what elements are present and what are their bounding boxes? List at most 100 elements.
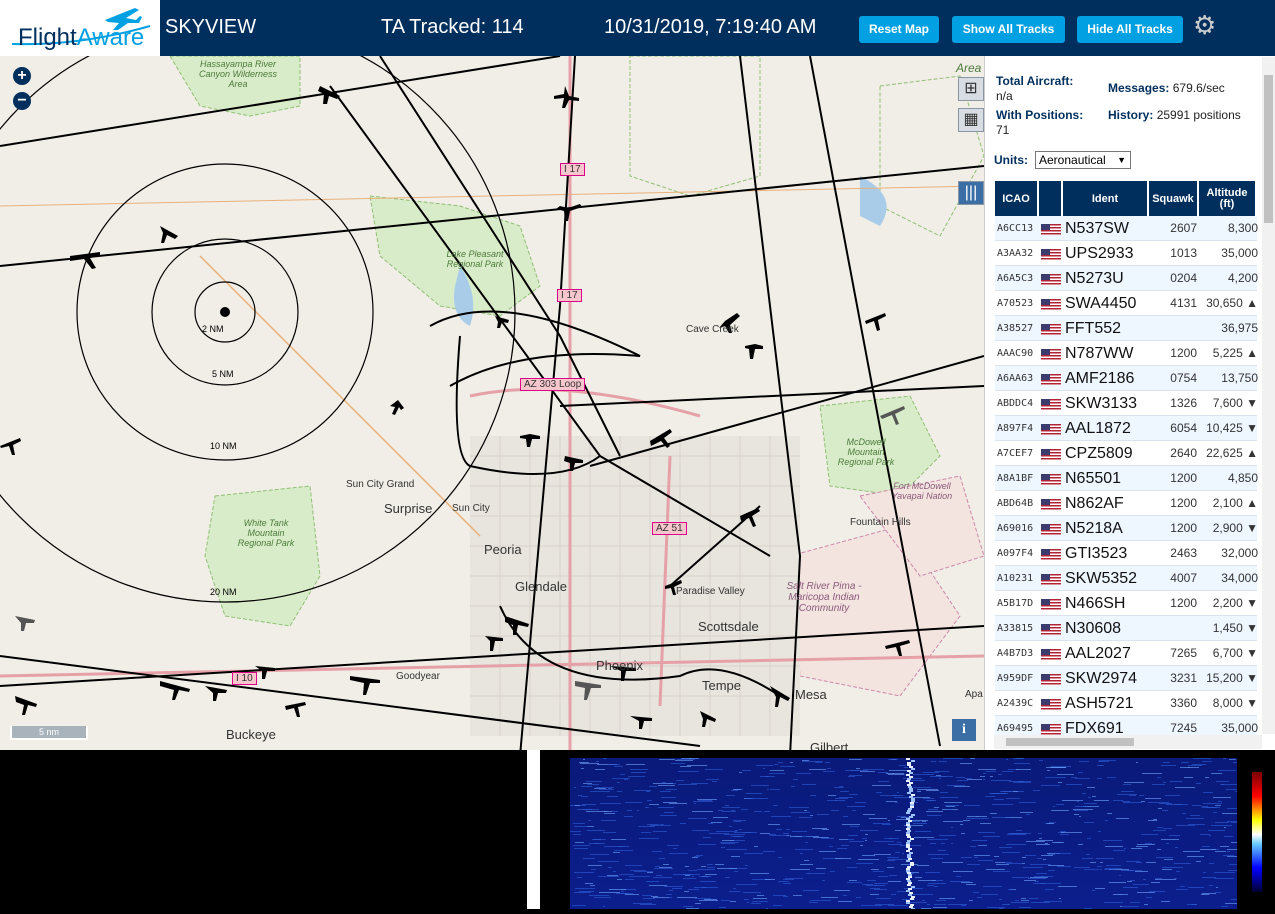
columns-icon[interactable]: ||| [958,181,984,205]
icao-cell: A8A1BF [997,473,1034,484]
chevron-down-icon: ▼ [1117,155,1126,165]
altitude-cell: 35,000 [1221,246,1258,260]
altitude-cell: 30,650 ▲ [1206,296,1258,310]
table-row[interactable]: A5B17D N466SH 1200 2,200 ▼ [995,591,1258,616]
table-row[interactable]: A2439C ASH5721 3360 8,000 ▼ [995,691,1258,716]
col-altitude[interactable]: Altitude (ft) [1199,181,1257,216]
gear-icon[interactable]: ⚙ [1193,12,1219,38]
place-label: Salt River Pima - Maricopa Indian Commun… [786,581,862,614]
table-body: A6CC13 N537SW 2607 8,300 A3AA32 UPS2933 1013 35… [995,216,1258,741]
ident-cell: N787WW [1065,345,1134,362]
vertical-scrollbar[interactable] [1262,57,1275,734]
table-row[interactable]: A4B7D3 AAL2027 7265 6,700 ▼ [995,641,1258,666]
icao-cell: A2439C [997,698,1034,709]
place-label: Hassayampa River Canyon Wilderness Area [199,59,277,89]
altitude-cell: 32,000 [1221,546,1258,560]
col-ident[interactable]: Ident [1063,181,1149,216]
map-view[interactable]: + − ⊞ ▦ ||| 2 NM 5 NM 10 NM 20 NM Hassay… [0,56,984,750]
reset-map-button[interactable]: Reset Map [859,16,939,43]
altitude-cell: 8,300 [1227,221,1258,235]
ident-cell: UPS2933 [1065,245,1134,262]
hide-all-tracks-button[interactable]: Hide All Tracks [1077,16,1183,43]
us-flag-icon [1041,424,1061,435]
us-flag-icon [1041,249,1061,260]
icao-cell: A5B17D [997,598,1034,609]
col-flag[interactable] [1039,181,1063,216]
map-layer-icon[interactable]: ⊞ [958,77,984,101]
squawk-cell: 3231 [1170,671,1197,685]
table-row[interactable]: A38527 FFT552 36,975 [995,316,1258,341]
icao-cell: ABD64B [997,498,1034,509]
place-label: Sun City [452,503,490,514]
col-icao[interactable]: ICAO [995,181,1039,216]
us-flag-icon [1041,374,1061,385]
table-row[interactable]: A6CC13 N537SW 2607 8,300 [995,216,1258,241]
table-row[interactable]: A33815 N30608 1,450 ▼ [995,616,1258,641]
table-row[interactable]: ABD64B N862AF 1200 2,100 ▲ [995,491,1258,516]
place-label: Sun City Grand [346,479,415,490]
map-canvas [0,56,984,750]
ident-cell: AMF2186 [1065,370,1135,387]
table-row[interactable]: A3AA32 UPS2933 1013 35,000 [995,241,1258,266]
scroll-thumb[interactable] [1006,738,1134,746]
table-row[interactable]: A6AA63 AMF2186 0754 13,750 [995,366,1258,391]
table-row[interactable]: AAAC90 N787WW 1200 5,225 ▲ [995,341,1258,366]
table-row[interactable]: A10231 SKW5352 4007 34,000 [995,566,1258,591]
table-row[interactable]: A70523 SWA4450 4131 30,650 ▲ [995,291,1258,316]
with-positions: With Positions: 71 [996,108,1084,137]
place-label: Lake Pleasant Regional Park [446,249,504,269]
range-label-5nm: 5 NM [212,369,234,379]
place-label: Apa [965,689,983,700]
altitude-cell: 15,200 ▼ [1206,671,1258,685]
us-flag-icon [1041,299,1061,310]
info-icon[interactable]: i [952,719,976,741]
squawk-cell: 1013 [1170,246,1197,260]
col-squawk[interactable]: Squawk [1149,181,1199,216]
squawk-cell: 1326 [1170,396,1197,410]
bottom-left-panel [0,750,527,909]
altitude-cell: 2,200 ▼ [1212,596,1258,610]
table-row[interactable]: A7CEF7 CPZ5809 2640 22,625 ▲ [995,441,1258,466]
ident-cell: AAL1872 [1065,420,1131,437]
flightaware-logo[interactable]: FlightAware [0,0,160,56]
altitude-cell: 2,100 ▲ [1212,496,1258,510]
squawk-cell: 1200 [1170,346,1197,360]
road-shield: AZ 51 [652,522,687,535]
ident-cell: GTI3523 [1065,545,1128,562]
ident-cell: N862AF [1065,495,1124,512]
grid-icon[interactable]: ▦ [958,108,984,132]
waterfall-display [570,758,1252,910]
table-row[interactable]: A6A5C3 N5273U 0204 4,200 [995,266,1258,291]
squawk-cell: 7265 [1170,646,1197,660]
ident-cell: SKW2974 [1065,670,1138,687]
place-label: Cave Creek [686,324,739,335]
table-row[interactable]: A959DF SKW2974 3231 15,200 ▼ [995,666,1258,691]
altitude-cell: 2,900 ▼ [1212,521,1258,535]
zoom-out-button[interactable]: − [13,92,31,110]
zoom-in-button[interactable]: + [13,67,31,85]
units-select[interactable]: Aeronautical ▼ [1035,151,1131,169]
units-label: Units: [994,153,1028,167]
icao-cell: A3AA32 [997,248,1034,259]
table-row[interactable]: ABDDC4 SKW3133 1326 7,600 ▼ [995,391,1258,416]
table-row[interactable]: A69016 N5218A 1200 2,900 ▼ [995,516,1258,541]
table-row[interactable]: A097F4 GTI3523 2463 32,000 [995,541,1258,566]
panel-divider[interactable] [527,750,540,909]
horizontal-scrollbar[interactable] [994,735,1262,749]
altitude-cell: 7,600 ▼ [1212,396,1258,410]
place-label: Tempe [702,678,742,693]
us-flag-icon [1041,574,1061,585]
altitude-cell: 34,000 [1221,571,1258,585]
ident-cell: N5273U [1065,270,1124,287]
show-all-tracks-button[interactable]: Show All Tracks [952,16,1065,43]
squawk-cell: 4131 [1170,296,1197,310]
color-scale-bar [1252,772,1262,892]
waterfall-noise [570,758,1252,910]
place-label: Paradise Valley [676,586,745,597]
icao-cell: A959DF [997,673,1034,684]
table-row[interactable]: A8A1BF N65501 1200 4,850 [995,466,1258,491]
scroll-thumb[interactable] [1264,75,1273,223]
place-label: McDowell Mountain Regional Park [837,437,895,467]
table-row[interactable]: A897F4 AAL1872 6054 10,425 ▼ [995,416,1258,441]
place-label: Area [956,61,982,75]
